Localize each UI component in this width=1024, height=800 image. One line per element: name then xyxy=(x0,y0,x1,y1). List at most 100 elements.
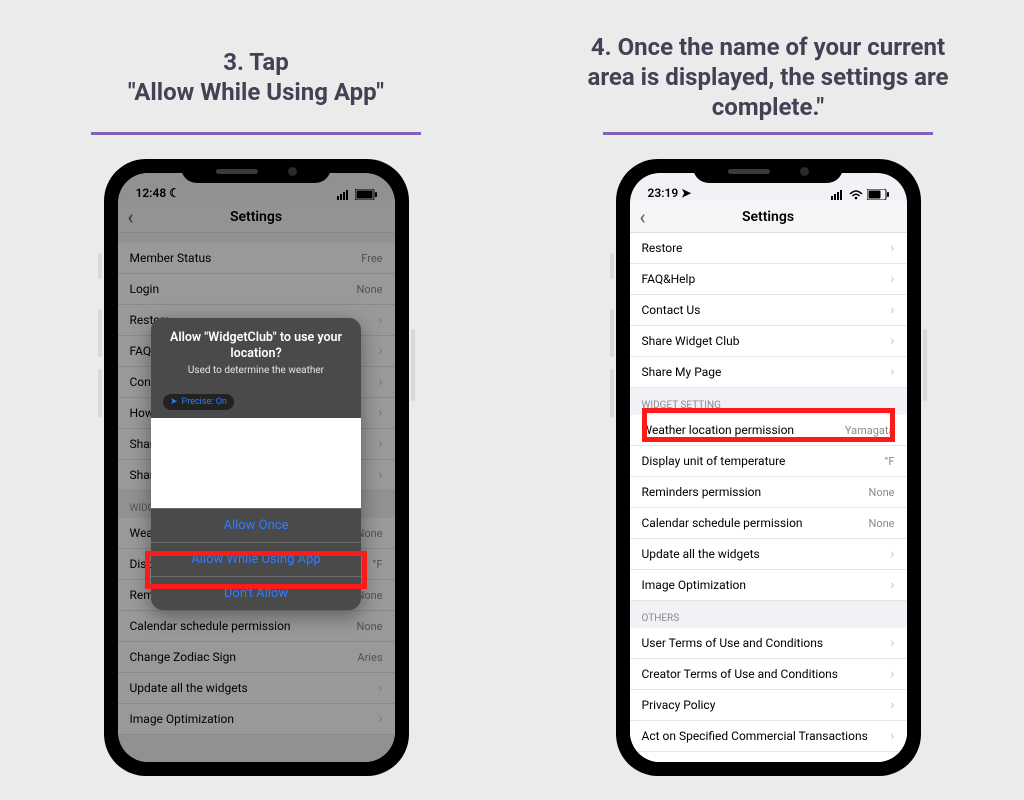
row-label: Share My Page xyxy=(642,365,722,379)
row-right: Yamagata xyxy=(845,424,895,437)
chevron-right-icon: › xyxy=(890,302,894,318)
row-value: °F xyxy=(884,455,894,468)
row-label: Weather location permission xyxy=(642,423,795,437)
back-icon[interactable]: ‹ xyxy=(640,205,646,229)
nav-title: Settings xyxy=(742,209,794,225)
dialog-subtitle: Used to determine the weather xyxy=(163,365,349,376)
speaker-icon xyxy=(728,169,770,174)
row-right: › xyxy=(884,728,894,744)
settings-row[interactable]: Image Optimization › xyxy=(630,570,907,601)
row-right: › xyxy=(884,635,894,651)
signal-icon xyxy=(831,190,845,200)
row-value: 3.7.0 xyxy=(870,761,894,763)
row-right: None xyxy=(868,486,894,499)
settings-row[interactable]: Act on Specified Commercial Transactions… xyxy=(630,721,907,752)
phone-side-button xyxy=(923,329,927,401)
row-label: Calendar schedule permission xyxy=(642,516,803,530)
row-label: Reminders permission xyxy=(642,485,762,499)
row-right: › xyxy=(884,302,894,318)
chevron-right-icon: › xyxy=(890,577,894,593)
settings-row[interactable]: User Terms of Use and Conditions › xyxy=(630,628,907,659)
dont-allow-button[interactable]: Don't Allow xyxy=(151,576,361,610)
battery-icon xyxy=(867,189,889,200)
dialog-title: Allow "WidgetClub" to use your location? xyxy=(163,330,349,361)
row-label: Creator Terms of Use and Conditions xyxy=(642,667,839,681)
row-right: › xyxy=(884,666,894,682)
step-3-panel: 3. Tap "Allow While Using App" 12:48 ☾ xyxy=(0,0,512,776)
phone-notch xyxy=(693,159,843,183)
step-4-panel: 4. Once the name of your current area is… xyxy=(512,0,1024,776)
section-header: WIDGET SETTING xyxy=(630,388,907,415)
settings-row[interactable]: Weather location permission Yamagata xyxy=(630,415,907,446)
caption-line: complete." xyxy=(587,92,948,122)
settings-row[interactable]: Restore › xyxy=(630,233,907,264)
row-value: Yamagata xyxy=(845,424,895,437)
settings-row[interactable]: App version3.7.0 xyxy=(630,752,907,762)
caption-line: 4. Once the name of your current xyxy=(587,32,948,62)
row-right: › xyxy=(884,333,894,349)
settings-row[interactable]: FAQ&Help › xyxy=(630,264,907,295)
settings-row[interactable]: Calendar schedule permission None xyxy=(630,508,907,539)
row-right: 3.7.0 xyxy=(870,761,894,763)
precise-toggle[interactable]: ➤ Precise: On xyxy=(163,394,234,410)
phone-side-button xyxy=(610,253,614,279)
phone-side-button xyxy=(610,309,614,357)
chevron-right-icon: › xyxy=(890,635,894,651)
row-value: None xyxy=(868,517,894,530)
allow-while-using-button[interactable]: Allow While Using App xyxy=(151,542,361,576)
wifi-icon xyxy=(849,190,863,200)
caption-line: 3. Tap xyxy=(128,47,384,77)
phone-side-button xyxy=(610,369,614,417)
map-preview xyxy=(151,418,361,508)
settings-row[interactable]: Contact Us › xyxy=(630,295,907,326)
row-right: › xyxy=(884,271,894,287)
settings-row[interactable]: Display unit of temperature°F xyxy=(630,446,907,477)
row-value: None xyxy=(868,486,894,499)
settings-row[interactable]: Share My Page › xyxy=(630,357,907,388)
chevron-right-icon: › xyxy=(890,697,894,713)
phone-frame: 12:48 ☾ ‹ Settings Member StatusFreeLogi… xyxy=(104,159,409,776)
status-icons xyxy=(831,189,889,200)
chevron-right-icon: › xyxy=(890,333,894,349)
settings-row[interactable]: Update all the widgets › xyxy=(630,539,907,570)
settings-row[interactable]: Share Widget Club › xyxy=(630,326,907,357)
row-label: Update all the widgets xyxy=(642,547,760,561)
chevron-right-icon: › xyxy=(890,546,894,562)
row-label: Image Optimization xyxy=(642,578,746,592)
phone-screen: 23:19 ➤ ‹ Settings Rest xyxy=(630,173,907,762)
chevron-right-icon: › xyxy=(890,728,894,744)
row-label: Privacy Policy xyxy=(642,698,716,712)
caption-line: "Allow While Using App" xyxy=(128,77,384,107)
chevron-right-icon: › xyxy=(890,666,894,682)
row-right: › xyxy=(884,546,894,562)
chevron-right-icon: › xyxy=(890,271,894,287)
nav-bar: ‹ Settings xyxy=(630,201,907,233)
chevron-right-icon: › xyxy=(890,240,894,256)
chevron-right-icon: › xyxy=(890,364,894,380)
row-label: Share Widget Club xyxy=(642,334,740,348)
phone-side-button xyxy=(98,253,102,279)
row-label: Contact Us xyxy=(642,303,701,317)
location-permission-dialog: Allow "WidgetClub" to use your location?… xyxy=(151,318,361,610)
row-label: Restore xyxy=(642,241,683,255)
camera-icon xyxy=(800,167,809,176)
row-label: FAQ&Help xyxy=(642,272,696,286)
row-label: Act on Specified Commercial Transactions xyxy=(642,729,868,743)
settings-row[interactable]: Reminders permission None xyxy=(630,477,907,508)
row-right: › xyxy=(884,697,894,713)
camera-icon xyxy=(288,167,297,176)
settings-row[interactable]: Privacy Policy › xyxy=(630,690,907,721)
row-right: › xyxy=(884,240,894,256)
row-label: User Terms of Use and Conditions xyxy=(642,636,824,650)
caption-line: area is displayed, the settings are xyxy=(587,62,948,92)
speaker-icon xyxy=(216,169,258,174)
section-header: OTHERS xyxy=(630,601,907,628)
settings-list[interactable]: Restore›FAQ&Help›Contact Us›Share Widget… xyxy=(630,233,907,762)
row-right: None xyxy=(868,517,894,530)
step3-caption: 3. Tap "Allow While Using App" xyxy=(98,0,414,128)
row-right: › xyxy=(884,577,894,593)
allow-once-button[interactable]: Allow Once xyxy=(151,508,361,542)
phone-side-button xyxy=(411,329,415,401)
divider xyxy=(91,132,421,135)
settings-row[interactable]: Creator Terms of Use and Conditions › xyxy=(630,659,907,690)
